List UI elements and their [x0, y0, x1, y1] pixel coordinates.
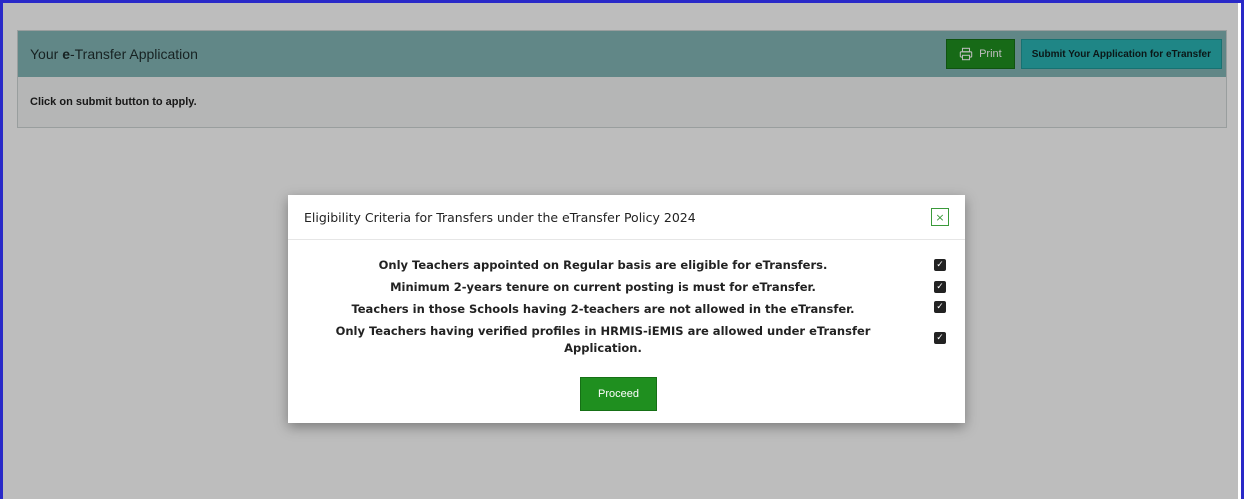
criteria-item: Minimum 2-years tenure on current postin… — [288, 279, 965, 301]
criteria-item: Only Teachers having verified profiles i… — [288, 323, 965, 359]
modal-title: Eligibility Criteria for Transfers under… — [304, 209, 696, 225]
criteria-text: Only Teachers having verified profiles i… — [335, 324, 871, 355]
eligibility-modal: Eligibility Criteria for Transfers under… — [288, 195, 965, 423]
criteria-text: Only Teachers appointed on Regular basis… — [378, 258, 828, 272]
proceed-button[interactable]: Proceed — [580, 377, 657, 411]
checkbox-checked-icon[interactable]: ✓ — [934, 259, 946, 271]
criteria-item: Teachers in those Schools having 2-teach… — [288, 301, 965, 323]
close-icon[interactable]: × — [931, 208, 949, 226]
criteria-list: Only Teachers appointed on Regular basis… — [288, 257, 965, 359]
modal-header: Eligibility Criteria for Transfers under… — [288, 195, 965, 240]
criteria-text: Minimum 2-years tenure on current postin… — [390, 280, 816, 294]
criteria-text: Teachers in those Schools having 2-teach… — [351, 302, 855, 316]
checkbox-checked-icon[interactable]: ✓ — [934, 281, 946, 293]
checkbox-checked-icon[interactable]: ✓ — [934, 332, 946, 344]
checkbox-checked-icon[interactable]: ✓ — [934, 301, 946, 313]
criteria-item: Only Teachers appointed on Regular basis… — [288, 257, 965, 279]
